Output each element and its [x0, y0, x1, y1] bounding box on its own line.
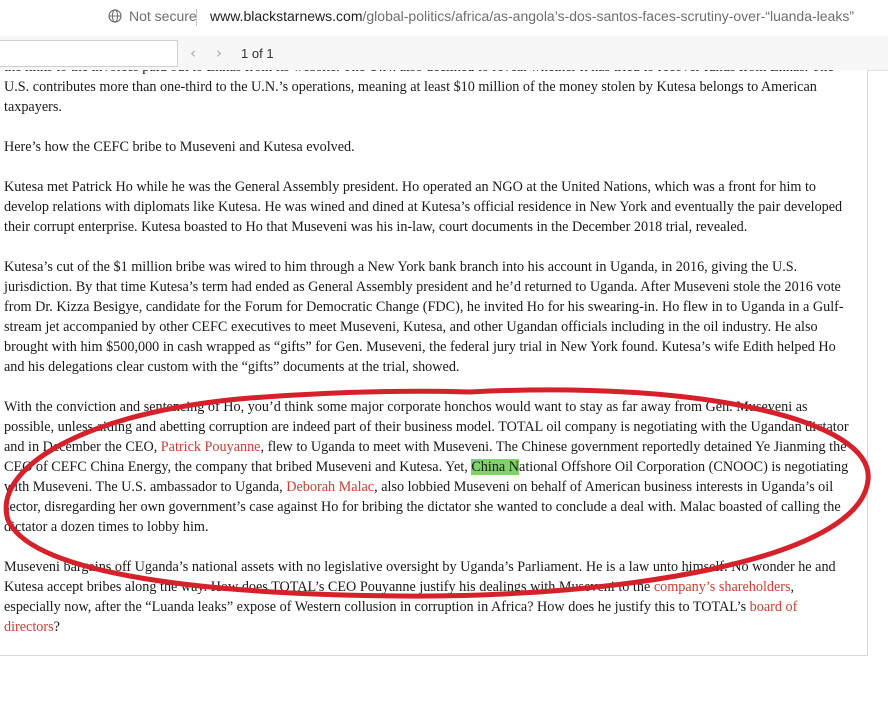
globe-icon: [108, 9, 122, 23]
paragraph-circled: With the conviction and sentencing of Ho…: [4, 397, 852, 537]
page-total: of 1: [251, 46, 274, 61]
pdf-search-input[interactable]: [0, 40, 178, 67]
paragraph: Kutesa’s cut of the $1 million bribe was…: [4, 259, 844, 375]
pdf-toolbar: ‹ › 1 of 1: [0, 36, 888, 71]
article-body: the links to the invoices paid out to En…: [4, 70, 852, 655]
paragraph: Kutesa met Patrick Ho while he was the G…: [4, 179, 843, 235]
address-divider: [196, 9, 197, 26]
link-deborah-malac[interactable]: Deborah Malac: [286, 479, 374, 495]
url-path: /global-politics/africa/as-angola’s-dos-…: [362, 8, 855, 24]
document-page: the links to the invoices paid out to En…: [0, 70, 868, 656]
text-segment: ?: [53, 619, 60, 635]
search-highlight: China N: [471, 459, 520, 475]
security-status[interactable]: Not secure: [129, 8, 197, 24]
chevron-right-icon[interactable]: ›: [216, 44, 222, 62]
link-company-shareholders[interactable]: company’s shareholders: [654, 579, 791, 595]
url-text[interactable]: www.blackstarnews.com/global-politics/af…: [210, 8, 854, 24]
page-indicator: 1 of 1: [241, 46, 274, 61]
page-current[interactable]: 1: [241, 46, 248, 61]
paragraph: the links to the invoices paid out to En…: [4, 70, 834, 115]
paragraph: Museveni bargains off Uganda’s national …: [4, 557, 852, 637]
paragraph: Here’s how the CEFC bribe to Museveni an…: [4, 139, 355, 155]
chevron-left-icon[interactable]: ‹: [190, 44, 196, 62]
url-domain: www.blackstarnews.com: [210, 8, 363, 24]
link-patrick-pouyanne[interactable]: Patrick Pouyanne: [161, 439, 261, 455]
address-bar[interactable]: Not secure www.blackstarnews.com/global-…: [0, 0, 888, 36]
